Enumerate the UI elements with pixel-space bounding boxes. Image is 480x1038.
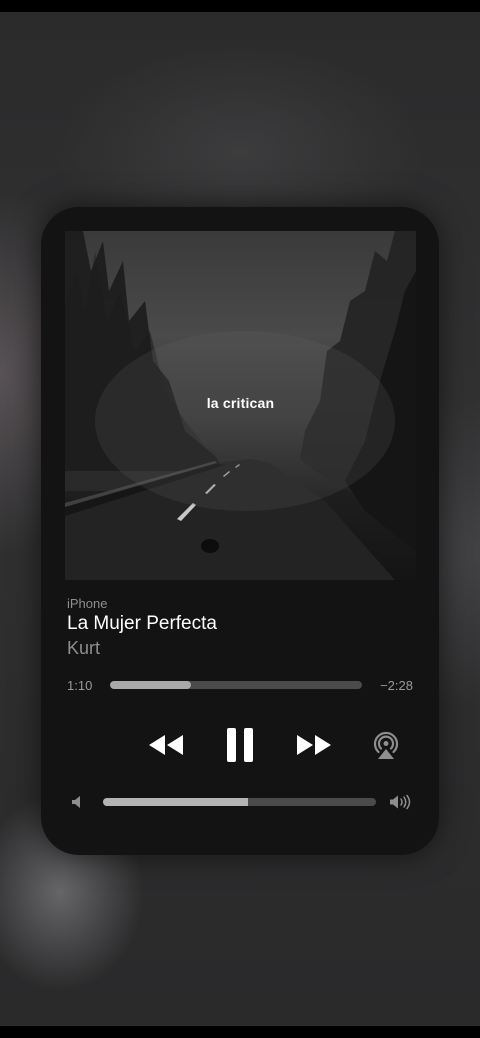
remaining-time: −2:28 bbox=[380, 678, 413, 693]
rewind-button[interactable] bbox=[141, 728, 191, 762]
lyric-overlay: la critican bbox=[206, 395, 275, 411]
output-device-label: iPhone bbox=[67, 596, 108, 611]
bottom-black-bar bbox=[0, 1026, 480, 1038]
volume-level bbox=[103, 798, 248, 806]
fast-forward-button[interactable] bbox=[289, 728, 339, 762]
speaker-high-icon bbox=[387, 792, 415, 812]
elapsed-time: 1:10 bbox=[67, 678, 93, 693]
album-artwork: la critican bbox=[65, 231, 416, 580]
airplay-button[interactable] bbox=[367, 727, 405, 763]
airplay-icon bbox=[373, 731, 399, 759]
artist-name[interactable]: Kurt bbox=[67, 638, 100, 659]
scrubber-progress bbox=[110, 681, 191, 689]
now-playing-card: la critican iPhone La Mujer Perfecta Kur… bbox=[41, 207, 439, 855]
top-black-bar bbox=[0, 0, 480, 12]
playback-scrubber[interactable] bbox=[110, 681, 362, 689]
pause-button[interactable] bbox=[218, 724, 262, 766]
speaker-low-icon bbox=[69, 793, 85, 811]
pause-icon bbox=[227, 728, 253, 762]
volume-slider[interactable] bbox=[103, 798, 376, 806]
screen: la critican iPhone La Mujer Perfecta Kur… bbox=[0, 0, 480, 1038]
song-title: La Mujer Perfecta bbox=[67, 613, 217, 634]
fast-forward-icon bbox=[297, 735, 331, 755]
rewind-icon bbox=[149, 735, 183, 755]
